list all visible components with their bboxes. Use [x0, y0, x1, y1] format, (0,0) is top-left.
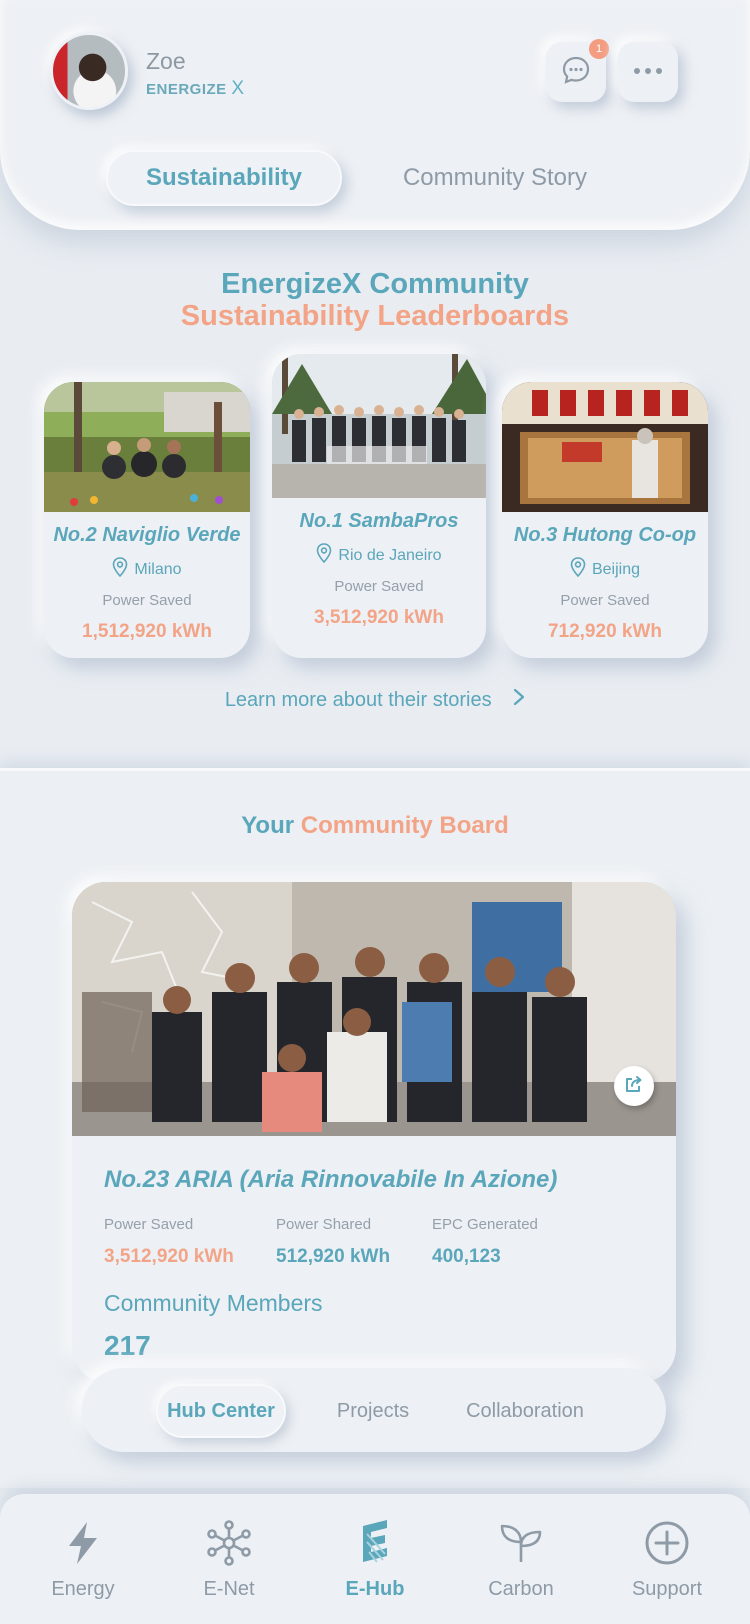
nav-label: Energy	[51, 1578, 115, 1600]
brand-x: X	[231, 78, 245, 99]
stat-value-power-saved: 3,512,920 kWh	[104, 1246, 234, 1267]
stat-label-power-saved: Power Saved	[104, 1216, 194, 1233]
rank-location: Beijing	[502, 557, 708, 582]
nav-label: Support	[631, 1578, 703, 1600]
stat-value-power-shared: 512,920 kWh	[276, 1246, 391, 1267]
location-text: Milano	[134, 560, 182, 578]
leaderboard-card-rank-3[interactable]: No.3 Hutong Co-op Beijing Power Saved 71…	[502, 382, 708, 658]
community-group-photo	[72, 882, 676, 1136]
metric-value: 712,920 kWh	[547, 621, 663, 642]
community-photo-hutong-co-op	[502, 382, 708, 512]
location-text: Beijing	[591, 560, 641, 578]
community-photo-naviglio-verde	[44, 382, 250, 512]
rank-name: No.3 Hutong Co-op	[513, 524, 697, 546]
more-dots-icon	[632, 63, 664, 81]
nav-e-net[interactable]: E-Net	[169, 1518, 289, 1601]
tab-collaboration[interactable]: Collaboration	[452, 1384, 598, 1438]
chevron-right-icon	[513, 688, 525, 712]
e-hub-logo-icon	[315, 1518, 435, 1568]
stat-value-epc-generated: 400,123	[432, 1246, 501, 1267]
nav-label: E-Net	[203, 1578, 255, 1600]
leaderboard-title: EnergizeX Community	[221, 268, 529, 300]
share-icon	[624, 1074, 644, 1099]
user-name: Zoe	[146, 48, 186, 74]
stat-label-epc-generated: EPC Generated	[432, 1216, 538, 1233]
nav-label: E-Hub	[345, 1578, 405, 1600]
leaderboard-card-rank-1[interactable]: No.1 SambaPros Rio de Janeiro Power Save…	[272, 354, 486, 658]
nav-support[interactable]: Support	[607, 1518, 727, 1601]
location-pin-icon	[316, 543, 332, 568]
chat-bubble-icon	[560, 54, 592, 91]
more-options-button[interactable]	[618, 42, 678, 102]
nav-energy[interactable]: Energy	[23, 1518, 143, 1601]
metric-label: Power Saved	[560, 592, 650, 609]
community-photo-sambapros	[272, 354, 486, 498]
metric-value: 1,512,920 kWh	[82, 621, 212, 642]
notification-badge: 1	[589, 39, 609, 59]
nav-carbon[interactable]: Carbon	[461, 1518, 581, 1601]
community-name: No.23 ARIA (Aria Rinnovabile In Azione)	[104, 1166, 558, 1193]
stat-label-power-shared: Power Shared	[276, 1216, 372, 1233]
brand-text: ENERGIZE	[146, 81, 227, 98]
nav-label: Carbon	[488, 1578, 554, 1600]
members-count: 217	[104, 1330, 151, 1361]
network-icon	[169, 1518, 289, 1568]
metric-value: 3,512,920 kWh	[314, 607, 444, 628]
tab-hub-center[interactable]: Hub Center	[156, 1384, 286, 1438]
location-text: Rio de Janeiro	[338, 546, 442, 564]
tab-projects[interactable]: Projects	[318, 1384, 428, 1438]
title-highlight: Community Board	[300, 812, 509, 839]
metric-label: Power Saved	[102, 592, 192, 609]
tab-community-story[interactable]: Community Story	[370, 150, 620, 206]
location-pin-icon	[112, 557, 128, 582]
share-button[interactable]	[614, 1066, 654, 1106]
brand-logo: ENERGIZE X	[146, 78, 245, 100]
avatar[interactable]	[50, 32, 128, 110]
leaderboard-card-rank-2[interactable]: No.2 Naviglio Verde Milano Power Saved 1…	[44, 382, 250, 658]
members-label: Community Members	[104, 1290, 323, 1316]
title-prefix: Your	[241, 812, 295, 839]
rank-location: Rio de Janeiro	[272, 543, 486, 568]
rank-name: No.1 SambaPros	[299, 510, 459, 532]
sprout-icon	[461, 1518, 581, 1568]
plus-circle-icon	[607, 1518, 727, 1568]
messages-button[interactable]: 1	[546, 39, 609, 102]
lightning-icon	[23, 1518, 143, 1568]
leaderboard-subtitle: Sustainability Leaderboards	[180, 300, 570, 332]
community-board-title: Your Community Board	[0, 812, 750, 840]
nav-e-hub[interactable]: E-Hub	[315, 1518, 435, 1601]
learn-more-link[interactable]: Learn more about their stories	[0, 688, 750, 712]
location-pin-icon	[570, 557, 586, 582]
metric-label: Power Saved	[334, 578, 424, 595]
rank-location: Milano	[44, 557, 250, 582]
tab-sustainability[interactable]: Sustainability	[106, 150, 342, 206]
rank-name: No.2 Naviglio Verde	[53, 524, 241, 546]
learn-more-text: Learn more about their stories	[224, 689, 492, 711]
